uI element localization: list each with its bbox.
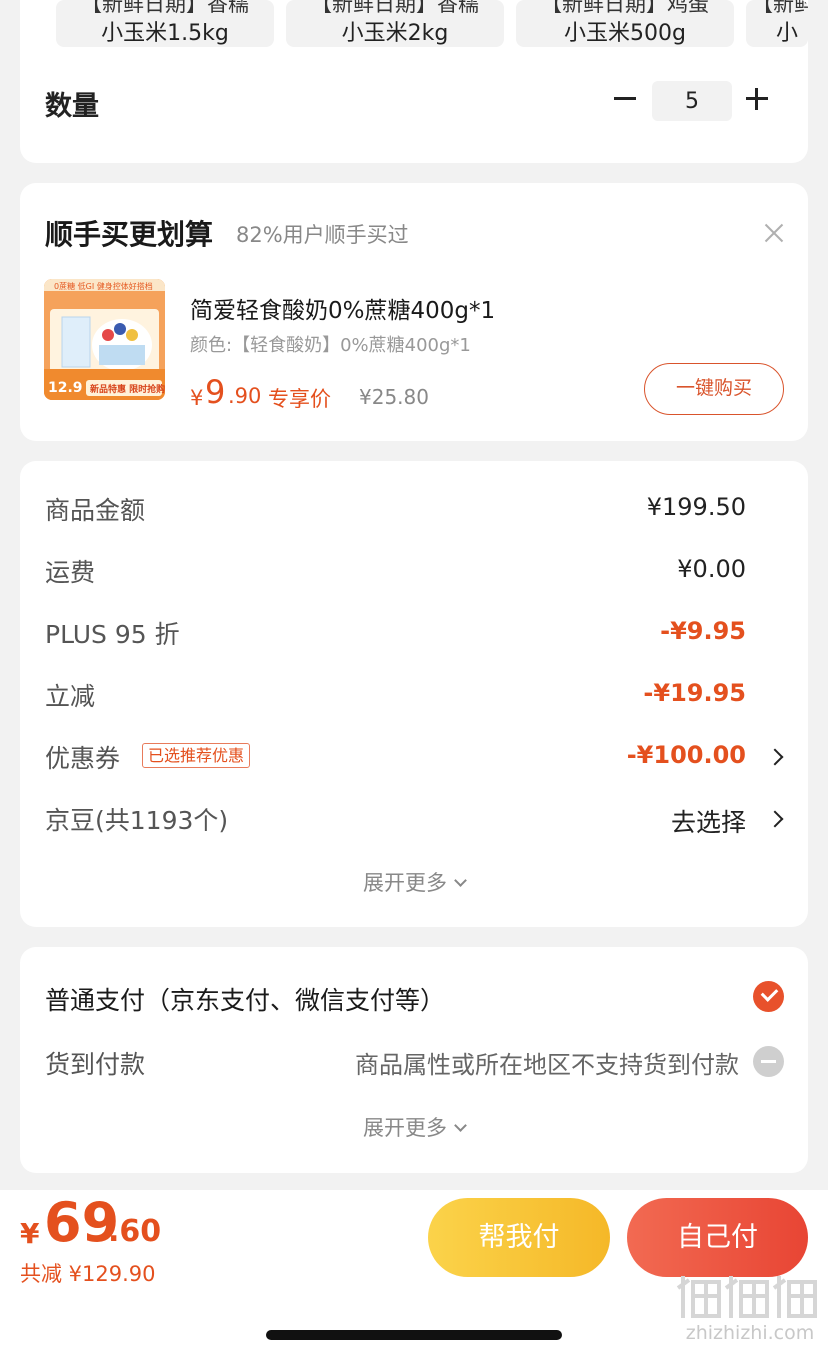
coupon-badge: 已选推荐优惠 (142, 743, 251, 768)
price-symbol: ¥ (190, 386, 204, 410)
product-image[interactable]: 0蔗糖 低GI 健身控体好搭档 12.9 新品特惠 限时抢购 (44, 279, 165, 400)
image-badge-text: 0蔗糖 低GI 健身控体好搭档 (54, 281, 153, 291)
addon-subtitle: 82%用户顺手买过 (236, 223, 409, 247)
variant-option[interactable]: 【新鲜日期】香糯 小玉米2kg (286, 0, 504, 47)
pay-myself-button[interactable]: 自己付 (627, 1198, 808, 1277)
chevron-right-icon[interactable] (769, 808, 783, 830)
quantity-increase-button[interactable] (746, 88, 768, 110)
chevron-down-icon (454, 874, 467, 887)
total-price-decimal: .60 (108, 1214, 162, 1249)
payment-card: 普通支付（京东支付、微信支付等） 货到付款 商品属性或所在地区不支持货到付款 展… (20, 947, 808, 1173)
variant-name: 小玉米500g (564, 21, 686, 46)
image-banner-text: 新品特惠 限时抢购 (90, 383, 165, 395)
variant-option[interactable]: 【新鲜日期】香糯 小玉米1.5kg (56, 0, 274, 47)
summary-value: 去选择 (670, 808, 746, 837)
summary-row-plus-discount: PLUS 95 折 -¥9.95 (20, 615, 808, 655)
summary-value: -¥9.95 (660, 617, 746, 645)
summary-row-jingdou[interactable]: 京豆(共1193个) 去选择 (20, 801, 808, 841)
watermark-text: zhizhizhi.com (685, 1322, 815, 1344)
summary-value: -¥19.95 (643, 679, 746, 707)
quantity-label: 数量 (45, 91, 99, 122)
product-spec: 颜色:【轻食酸奶】0%蔗糖400g*1 (190, 335, 471, 356)
summary-label: 京豆(共1193个) (45, 806, 229, 835)
variant-name: 小 (776, 21, 799, 46)
help-me-pay-button[interactable]: 帮我付 (428, 1198, 610, 1277)
expand-more-button[interactable]: 展开更多 (20, 867, 808, 897)
chevron-down-icon (454, 1119, 467, 1132)
summary-label: 商品金额 (45, 496, 146, 525)
variant-card: 【新鲜日期】香糯 小玉米1.5kg 【新鲜日期】香糯 小玉米2kg 【新鲜日期】… (20, 0, 808, 163)
payment-option-normal[interactable]: 普通支付（京东支付、微信支付等） (45, 981, 445, 1017)
variant-option[interactable]: 【新鲜日期】鸡蛋 小玉米500g (516, 0, 734, 47)
quantity-input[interactable] (652, 81, 732, 121)
summary-row-coupon[interactable]: 优惠券 已选推荐优惠 -¥100.00 (20, 739, 808, 779)
disabled-icon (753, 1046, 784, 1077)
price-summary-card: 商品金额 ¥199.50 运费 ¥0.00 PLUS 95 折 -¥9.95 立… (20, 461, 808, 927)
summary-row-shipping: 运费 ¥0.00 (20, 553, 808, 593)
watermark-logo: zhizhizhi.com (675, 1270, 825, 1354)
variant-name: 小玉米1.5kg (101, 21, 229, 46)
payment-option-cod: 货到付款 (45, 1050, 146, 1079)
check-icon[interactable] (753, 981, 784, 1012)
cod-unavailable-note: 商品属性或所在地区不支持货到付款 (355, 1051, 739, 1079)
variant-option[interactable]: 【新鲜 小 (746, 0, 808, 47)
home-indicator[interactable] (266, 1330, 562, 1340)
addon-title: 顺手买更划算 (45, 218, 214, 251)
image-price-text: 12.9 (48, 380, 83, 396)
summary-label: 运费 (45, 558, 96, 587)
price-integer: 9 (205, 373, 226, 411)
exclusive-price-tag: 专享价 (268, 387, 331, 411)
summary-value: ¥0.00 (677, 555, 746, 583)
addon-card: 顺手买更划算 82%用户顺手买过 0蔗糖 低GI 健身控体好搭档 12.9 新品… (20, 183, 808, 441)
expand-more-button[interactable]: 展开更多 (20, 1112, 808, 1142)
variant-name: 小玉米2kg (341, 21, 449, 46)
summary-value: -¥100.00 (626, 741, 746, 769)
summary-value: ¥199.50 (646, 493, 746, 521)
summary-label: PLUS 95 折 (45, 620, 180, 649)
price-decimal: .90 (228, 384, 262, 408)
original-price: ¥25.80 (359, 385, 429, 409)
expand-more-label: 展开更多 (363, 871, 447, 895)
product-name[interactable]: 简爱轻食酸奶0%蔗糖400g*1 (190, 291, 495, 325)
total-price-symbol: ¥ (20, 1217, 40, 1250)
summary-label: 优惠券 (45, 744, 121, 773)
close-icon[interactable] (762, 221, 786, 245)
summary-label: 立减 (45, 682, 96, 711)
quantity-decrease-button[interactable] (614, 78, 638, 118)
total-savings: 共减 ¥129.90 (20, 1262, 156, 1286)
summary-row-goods: 商品金额 ¥199.50 (20, 491, 808, 531)
chevron-right-icon[interactable] (769, 746, 783, 768)
summary-row-instant-discount: 立减 -¥19.95 (20, 677, 808, 717)
one-click-buy-button[interactable]: 一键购买 (644, 363, 784, 415)
bottom-action-bar: ¥ 69 .60 共减 ¥129.90 帮我付 自己付 zhizhizhi.co… (0, 1190, 828, 1357)
expand-more-label: 展开更多 (363, 1116, 447, 1140)
